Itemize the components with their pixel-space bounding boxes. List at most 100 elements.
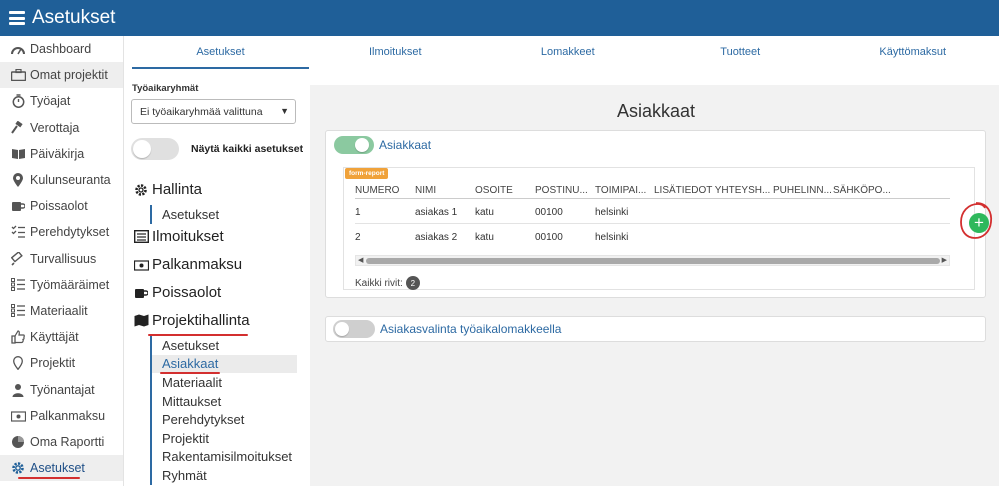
briefcase-icon [10,67,26,83]
sidebar-item-label: Materiaalit [30,303,88,318]
all-rows-count: Kaikki rivit: 2 [355,276,420,290]
subnav-item-materiaalit[interactable]: Materiaalit [162,373,297,392]
map-icon [133,313,149,329]
column-header[interactable]: NIMI [415,185,436,196]
tab-tuotteet[interactable]: Tuotteet [654,36,827,68]
sidebar-item-label: Kulunseuranta [30,173,111,188]
subnav-item-asiakkaat[interactable]: Asiakkaat [152,354,297,374]
sidebar-item-turvallisuus[interactable]: Turvallisuus [0,246,123,272]
coffee-icon [10,198,26,214]
sidebar-item-tyomaaraimet[interactable]: Työmääräimet [0,272,123,298]
top-bar: Asetukset [0,0,999,36]
sidebar-item-materiaalit[interactable]: Materiaalit [0,298,123,324]
scrollbar-thumb[interactable] [366,258,940,264]
sidebar-item-label: Palkanmaksu [30,408,106,423]
sidebar-item-omat-projektit[interactable]: Omat projektit [0,62,123,89]
nav-section-ilmoitukset[interactable]: Ilmoitukset [133,228,224,245]
scroll-right-arrow-icon[interactable]: ▶ [942,256,947,264]
nav-section-projektihallinta[interactable]: Projektihallinta [133,312,250,329]
workgroup-label: Työaikaryhmät [132,83,199,94]
table-cell: asiakas 1 [415,207,458,218]
column-header[interactable]: NUMERO [355,185,399,196]
subnav-item-ryhmat[interactable]: Ryhmät [162,466,297,485]
nav-section-palkanmaksu[interactable]: Palkanmaksu [133,256,242,273]
annotation-underline [160,372,220,374]
shield-icon [10,251,26,267]
all-rows-label: Kaikki rivit: [355,277,403,289]
user-icon [10,382,26,398]
sidebar-item-palkanmaksu[interactable]: Palkanmaksu [0,403,123,429]
sidebar-item-tyoajat[interactable]: Työajat [0,88,123,114]
sidebar-item-kulunseuranta[interactable]: Kulunseuranta [0,167,123,193]
column-header[interactable]: SÄHKÖPO... [833,185,891,196]
tab-asetukset[interactable]: Asetukset [132,36,309,69]
table-horizontal-scrollbar[interactable]: ◀ ▶ [355,255,950,266]
sidebar-item-kayttajat[interactable]: Käyttäjät [0,324,123,350]
customer-select-toggle[interactable] [333,320,375,338]
list-icon [10,303,26,319]
sidebar-item-oma-raportti[interactable]: Oma Raportti [0,429,123,455]
sidebar-item-verottaja[interactable]: Verottaja [0,115,123,141]
sidebar: Dashboard Omat projektit Työajat Verotta… [0,36,124,486]
subnav-item-asetukset[interactable]: Asetukset [162,205,219,224]
gavel-icon [10,120,26,136]
subnav-item-rakentamisilmoitukset[interactable]: Rakentamisilmoitukset [162,448,297,467]
subnav-item-mittaukset[interactable]: Mittaukset [162,392,297,411]
column-header[interactable]: LISÄTIEDOT YHTEYSH... [654,185,770,196]
sidebar-item-label: Työnantajat [30,382,95,397]
sidebar-item-poissaolot[interactable]: Poissaolot [0,193,123,219]
show-all-settings: Näytä kaikki asetukset [131,138,303,160]
table-cell: 2 [355,232,361,243]
sidebar-item-perehdytykset[interactable]: Perehdytykset [0,219,123,245]
nav-section-hallinta[interactable]: Hallinta [133,181,202,198]
customers-toggle[interactable] [334,136,374,154]
sidebar-item-paivakirja[interactable]: Päiväkirja [0,141,123,167]
sidebar-item-label: Päiväkirja [30,146,85,161]
sidebar-item-tyonantajat[interactable]: Työnantajat [0,376,123,402]
column-header[interactable]: PUHELINN... [773,185,832,196]
table-cell: 00100 [535,232,563,243]
table-cell: 00100 [535,207,563,218]
book-icon [10,146,26,162]
stopwatch-icon [10,93,26,109]
subnav-item-perehdytykset[interactable]: Perehdytykset [162,410,297,429]
app-title: Asetukset [32,7,116,28]
customers-table-container: form-report NUMERO NIMI OSOITE POSTINU..… [343,167,975,290]
show-all-toggle[interactable] [131,138,179,160]
sidebar-item-projektit[interactable]: Projektit [0,350,123,376]
checklist-icon [10,224,26,240]
subnav-item-projektit[interactable]: Projektit [162,429,297,448]
sidebar-item-label: Turvallisuus [30,251,97,266]
subnav-item-asetukset[interactable]: Asetukset [162,336,297,355]
sidebar-item-dashboard[interactable]: Dashboard [0,36,123,62]
table-row[interactable]: 1 asiakas 1 katu 00100 helsinki [355,199,950,224]
page-title: Asiakkaat [616,101,696,121]
map-marker-icon [10,172,26,188]
column-header[interactable]: POSTINU... [535,185,588,196]
thumbs-up-icon [10,329,26,345]
sidebar-item-label: Perehdytykset [30,225,110,240]
workgroup-select[interactable]: Ei työaikaryhmää valittuna ▼ [131,99,296,124]
annotation-circle [960,202,993,239]
coffee-icon [133,285,149,301]
table-cell: katu [475,207,494,218]
sidebar-item-label: Työajat [30,94,71,109]
money-icon [10,408,26,424]
sidebar-item-label: Projektit [30,356,76,371]
pie-chart-icon [10,434,26,450]
table-row[interactable]: 2 asiakas 2 katu 00100 helsinki [355,224,950,249]
scroll-left-arrow-icon[interactable]: ◀ [358,256,363,264]
tab-kayttomaksut[interactable]: Käyttömaksut [827,36,999,68]
table-cell: asiakas 2 [415,232,458,243]
sidebar-item-label: Asetukset [30,461,85,476]
tab-ilmoitukset[interactable]: Ilmoitukset [309,36,482,68]
nav-section-poissaolot[interactable]: Poissaolot [133,284,221,301]
column-header[interactable]: OSOITE [475,185,513,196]
tab-bar: Asetukset Ilmoitukset Lomakkeet Tuotteet… [124,36,999,69]
hamburger-menu-icon[interactable] [9,11,25,25]
sidebar-item-label: Omat projektit [30,68,108,83]
column-header[interactable]: TOIMIPAI... [595,185,646,196]
dashboard-icon [10,41,26,57]
annotation-underline [18,477,80,479]
tab-lomakkeet[interactable]: Lomakkeet [482,36,655,68]
